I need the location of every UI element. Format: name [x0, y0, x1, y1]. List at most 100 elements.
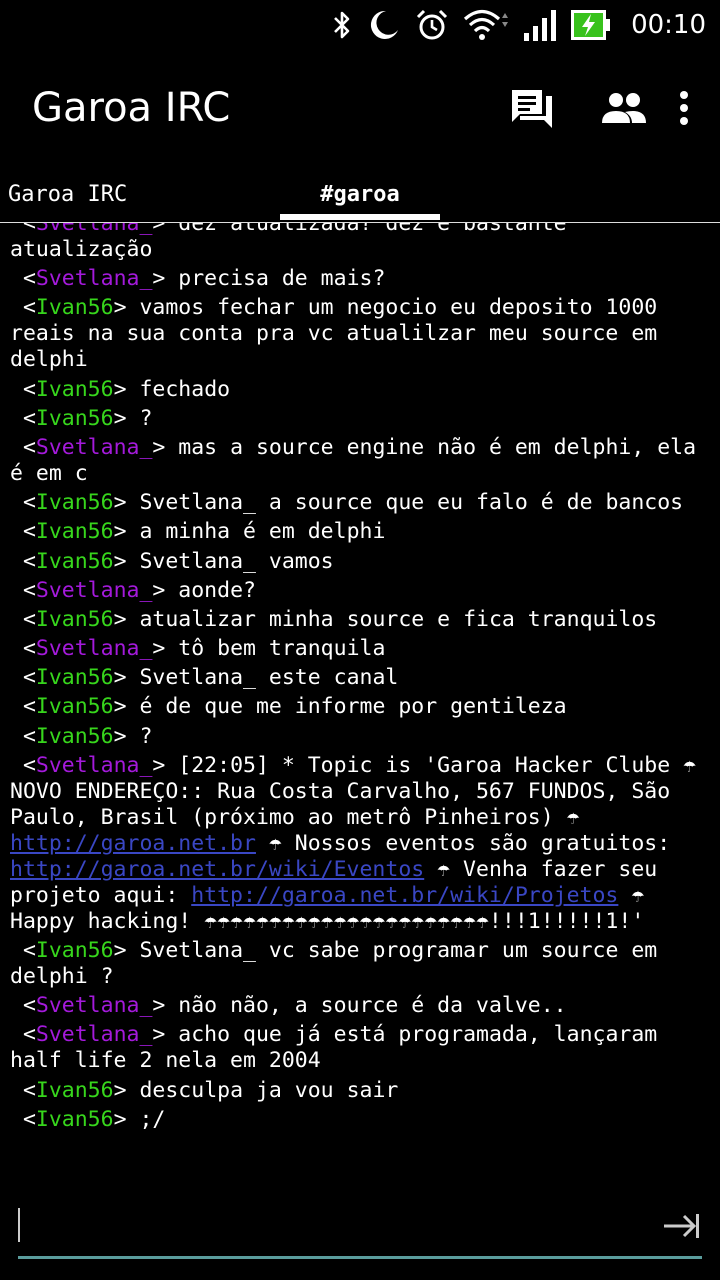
message-row: <Ivan56> Svetlana_ este canal — [0, 665, 720, 691]
text-caret — [18, 1208, 20, 1242]
message-text: aonde? — [178, 577, 256, 603]
message-log[interactable]: <Svetlana_> dez atualizada? dez é bastan… — [0, 223, 720, 1180]
nick-bracket-open: < — [10, 490, 36, 516]
message-row: <Ivan56> fechado — [0, 377, 720, 403]
message-nick[interactable]: Ivan56 — [36, 295, 114, 320]
message-row: <Ivan56> ? — [0, 724, 720, 750]
message-nick[interactable]: Svetlana_ — [36, 578, 153, 603]
input-underline — [18, 1256, 702, 1259]
message-nick[interactable]: Ivan56 — [36, 724, 114, 749]
nick-bracket-open: < — [10, 694, 36, 720]
message-row: <Ivan56> vamos fechar um negocio eu depo… — [0, 295, 720, 373]
nick-bracket-open: < — [10, 1077, 36, 1103]
nick-bracket-open: < — [10, 752, 36, 778]
message-nick[interactable]: Svetlana_ — [36, 753, 153, 778]
message-text: fechado — [139, 376, 231, 402]
message-text: Svetlana_ a source que eu falo é de banc… — [139, 490, 684, 516]
message-text: Svetlana_ este canal — [139, 665, 399, 691]
message-row: <Svetlana_> tô bem tranquila — [0, 636, 720, 662]
message-nick[interactable]: Svetlana_ — [36, 993, 153, 1018]
nick-bracket-open: < — [10, 577, 36, 603]
topic-link[interactable]: http://garoa.net.br/wiki/Projetos — [191, 883, 618, 908]
message-nick[interactable]: Ivan56 — [36, 1107, 114, 1132]
message-row: <Ivan56> ;/ — [0, 1107, 720, 1133]
tab-bar: Garoa IRC #garoa — [0, 166, 720, 223]
message-row: <Svetlana_> [22:05] * Topic is 'Garoa Ha… — [0, 753, 720, 935]
nick-bracket-open: < — [10, 606, 36, 632]
nick-bracket-open: < — [10, 405, 36, 431]
message-row: <Svetlana_> acho que já está programada,… — [0, 1022, 720, 1074]
nick-bracket-close: > — [152, 266, 179, 292]
message-input[interactable] — [18, 1190, 618, 1262]
nick-bracket-open: < — [10, 665, 36, 691]
nick-bracket-close: > — [113, 665, 140, 691]
message-text: não não, a source é da valve.. — [178, 993, 567, 1019]
chat-icon — [512, 90, 552, 128]
message-nick[interactable]: Ivan56 — [36, 938, 114, 963]
action-bar: Garoa IRC — [0, 60, 720, 156]
users-button[interactable] — [592, 76, 656, 140]
nick-bracket-open: < — [10, 548, 36, 574]
message-text: ;/ — [139, 1106, 166, 1132]
message-row: <Ivan56> ? — [0, 406, 720, 432]
nick-bracket-open: < — [10, 266, 36, 292]
nick-bracket-open: < — [10, 636, 36, 662]
message-nick[interactable]: Ivan56 — [36, 490, 114, 515]
message-nick[interactable]: Svetlana_ — [36, 1022, 153, 1047]
nick-bracket-open: < — [10, 223, 36, 236]
nick-bracket-close: > — [113, 1106, 140, 1132]
topic-link[interactable]: http://garoa.net.br — [10, 831, 256, 856]
message-text: tô bem tranquila — [178, 636, 386, 662]
more-vert-icon — [680, 91, 688, 125]
battery-charging-icon — [571, 10, 611, 40]
moon-icon — [371, 10, 399, 39]
message-nick[interactable]: Ivan56 — [36, 607, 114, 632]
overflow-menu-button[interactable] — [664, 76, 704, 140]
signal-icon — [524, 10, 557, 41]
nick-bracket-open: < — [10, 434, 36, 460]
message-nick[interactable]: Svetlana_ — [36, 223, 153, 236]
message-row: <Svetlana_> precisa de mais? — [0, 266, 720, 292]
tab-server[interactable]: Garoa IRC — [8, 166, 127, 222]
message-nick[interactable]: Ivan56 — [36, 406, 114, 431]
status-bar: 00:10 — [0, 0, 720, 50]
message-row: <Ivan56> a minha é em delphi — [0, 519, 720, 545]
nick-bracket-close: > — [152, 1022, 179, 1048]
message-list: <Svetlana_> dez atualizada? dez é bastan… — [0, 223, 720, 1136]
nick-bracket-close: > — [113, 490, 140, 516]
nick-bracket-close: > — [113, 405, 140, 431]
topic-link[interactable]: http://garoa.net.br/wiki/Eventos — [10, 857, 424, 882]
nick-bracket-open: < — [10, 1022, 36, 1048]
message-row: <Ivan56> Svetlana_ a source que eu falo … — [0, 490, 720, 516]
message-row: <Ivan56> é de que me informe por gentile… — [0, 694, 720, 720]
message-nick[interactable]: Ivan56 — [36, 549, 114, 574]
nick-bracket-close: > — [152, 636, 179, 662]
message-nick[interactable]: Ivan56 — [36, 377, 114, 402]
message-text: a minha é em delphi — [139, 519, 386, 545]
send-tab-icon[interactable] — [660, 1204, 704, 1248]
wifi-icon — [464, 9, 509, 40]
nick-bracket-open: < — [10, 938, 36, 963]
nick-bracket-open: < — [10, 993, 36, 1019]
message-nick[interactable]: Ivan56 — [36, 1078, 114, 1103]
nick-bracket-close: > — [152, 993, 179, 1019]
message-row: <Svetlana_> aonde? — [0, 578, 720, 604]
message-nick[interactable]: Ivan56 — [36, 694, 114, 719]
nick-bracket-close: > — [113, 723, 140, 749]
message-text: Svetlana_ vamos — [139, 548, 334, 574]
message-text: atualizar minha source e fica tranquilos — [139, 606, 658, 632]
message-text: ? — [139, 405, 153, 431]
message-nick[interactable]: Svetlana_ — [36, 266, 153, 291]
tab-indicator — [280, 214, 440, 220]
users-icon — [602, 93, 646, 123]
message-row: <Ivan56> desculpa ja vou sair — [0, 1078, 720, 1104]
message-nick[interactable]: Svetlana_ — [36, 435, 153, 460]
nick-bracket-close: > — [113, 548, 140, 574]
conversations-button[interactable] — [500, 76, 564, 140]
nick-bracket-close: > — [113, 938, 140, 963]
message-text: desculpa ja vou sair — [139, 1077, 399, 1103]
nick-bracket-open: < — [10, 295, 36, 321]
message-nick[interactable]: Svetlana_ — [36, 636, 153, 661]
message-nick[interactable]: Ivan56 — [36, 519, 114, 544]
message-nick[interactable]: Ivan56 — [36, 665, 114, 690]
